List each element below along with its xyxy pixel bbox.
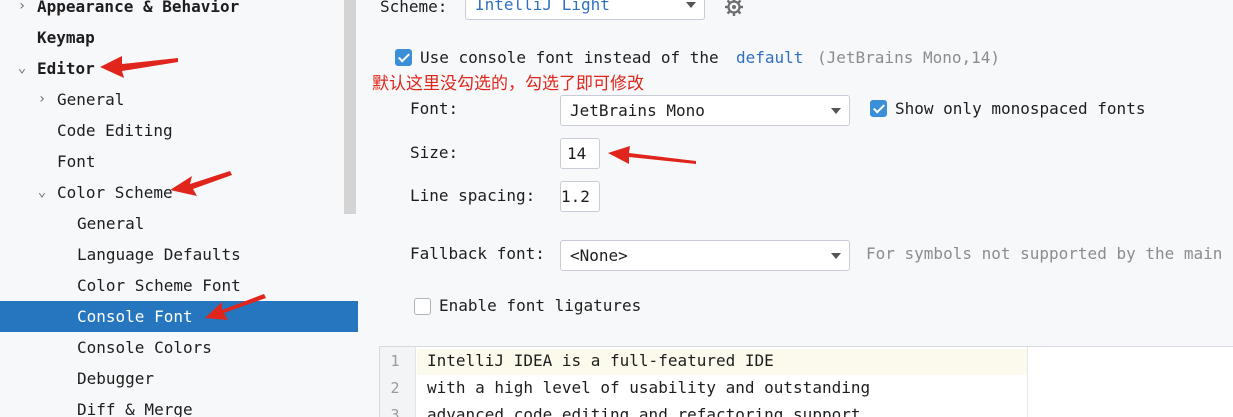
arrow-annotation-color-scheme: [170, 171, 232, 196]
arrow-annotation-console-font: [205, 294, 266, 320]
arrow-annotation-size: [608, 146, 696, 164]
arrow-annotation-editor: [100, 56, 178, 78]
annotation-arrows: [100, 56, 696, 320]
